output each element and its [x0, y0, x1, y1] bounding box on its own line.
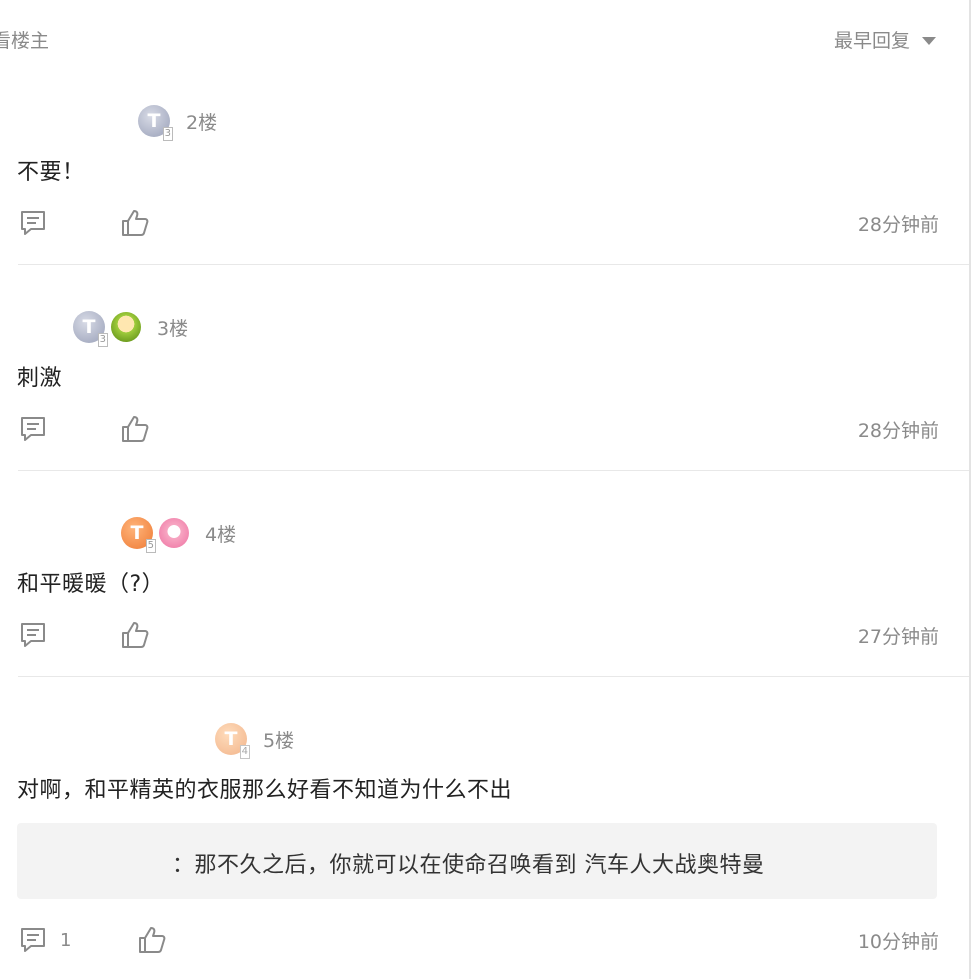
post-timestamp: 28分钟前: [857, 419, 939, 442]
post-actions: 27分钟前: [18, 617, 939, 653]
post-timestamp: 28分钟前: [857, 213, 939, 236]
character-badge-icon: [159, 518, 189, 548]
sort-label: 最早回复: [833, 30, 910, 52]
divider: [18, 470, 969, 471]
comment-icon[interactable]: [18, 414, 48, 444]
floor-number: 5楼: [263, 729, 295, 752]
post-meta: T3 3楼: [73, 307, 188, 347]
sort-dropdown[interactable]: 最早回复: [834, 26, 936, 53]
post-actions: 28分钟前: [18, 411, 939, 447]
reply-preview[interactable]: ：那不久之后，你就可以在使命召唤看到 汽车人大战奥特曼: [17, 823, 937, 899]
level-badge-icon: T3: [138, 105, 173, 141]
divider: [18, 676, 969, 677]
post-content: 和平暖暖（?）: [17, 572, 165, 597]
post-content: 对啊，和平精英的衣服那么好看不知道为什么不出: [17, 778, 513, 803]
level-badge-icon: T5: [121, 517, 156, 553]
post-meta: T3 2楼: [138, 101, 217, 141]
divider: [18, 264, 969, 265]
comment-icon[interactable]: [18, 208, 48, 238]
post-actions: 28分钟前: [18, 205, 939, 241]
thumbs-up-icon[interactable]: [137, 925, 167, 955]
post-meta: T5 4楼: [121, 513, 236, 553]
thumbs-up-icon[interactable]: [120, 620, 150, 650]
only-op-filter[interactable]: 看楼主: [0, 26, 49, 53]
thread-toolbar: 看楼主 最早回复: [0, 0, 969, 80]
post-timestamp: 27分钟前: [857, 625, 939, 648]
reply-preview-text: ：那不久之后，你就可以在使命召唤看到 汽车人大战奥特曼: [172, 853, 765, 878]
post-meta: T4 5楼: [215, 719, 294, 759]
post-actions: 1 10分钟前: [18, 922, 939, 958]
comment-icon[interactable]: [18, 925, 48, 955]
level-badge-icon: T3: [73, 311, 108, 347]
caret-down-icon: [922, 36, 936, 45]
thumbs-up-icon[interactable]: [120, 414, 150, 444]
comment-icon[interactable]: [18, 620, 48, 650]
floor-number: 3楼: [157, 317, 189, 340]
post-timestamp: 10分钟前: [857, 930, 939, 953]
character-badge-icon: [111, 312, 141, 342]
reply-count: 1: [60, 929, 72, 951]
floor-number: 2楼: [186, 111, 218, 134]
thumbs-up-icon[interactable]: [120, 208, 150, 238]
post-content: 刺激: [17, 366, 63, 391]
post-content: 不要！: [17, 160, 85, 185]
level-badge-icon: T4: [215, 723, 250, 759]
floor-number: 4楼: [205, 523, 237, 546]
